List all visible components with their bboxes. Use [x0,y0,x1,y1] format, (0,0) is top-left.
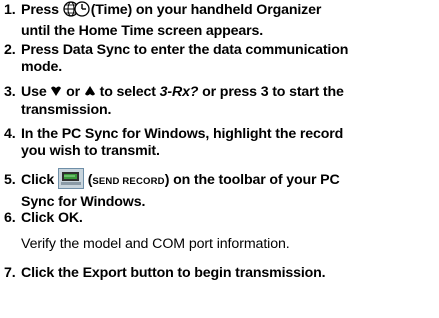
up-arrow-icon [84,85,96,102]
step-text-continued: mode. [21,58,63,75]
step-1: 1. Press (Time) on your handheld Organize… [4,0,434,39]
step-3: 3. Use or to select 3-Rx? or press 3 to s… [4,84,434,118]
step-text: Press Data Sync to enter the data commun… [21,42,349,58]
step-6: 6. Click OK. [4,210,434,227]
step-text-continued: you wish to transmit. [21,142,160,159]
step-text: Click [21,172,58,188]
step-text: Click the Export button to begin transmi… [21,265,326,281]
step-text: to select [95,84,160,100]
step-4: 4. In the PC Sync for Windows, highlight … [4,126,434,159]
step-text: (Time) on your handheld Organizer [90,2,322,18]
step-text: or [62,84,84,100]
step-number: 6. [4,210,16,226]
step-number: 4. [4,126,16,142]
step-number: 3. [4,84,16,100]
step-text: ) on the toolbar of your PC [164,172,340,188]
step-7: 7. Click the Export button to begin trans… [4,265,434,282]
step-2: 2. Press Data Sync to enter the data comm… [4,42,434,75]
world-clock-icon [63,0,91,23]
step-text: Use [21,84,51,100]
step-number: 1. [4,2,16,18]
step-text: Click OK. [21,210,83,226]
step-text-continued: transmission. [21,101,112,118]
step-number: 2. [4,42,16,58]
step-number: 5. [4,172,16,188]
menu-option: 3-Rx? [159,84,199,100]
down-arrow-icon [50,85,62,102]
send-record-icon [57,168,84,194]
step-text: Press [21,2,63,18]
step-5: 5. Click (SEND RECORD) on the toolbar of … [4,168,434,210]
step-text: In the PC Sync for Windows, highlight th… [21,126,344,142]
send-record-label: SEND RECORD [92,176,165,187]
step-text: or press 3 to start the [198,84,344,100]
verify-note: Verify the model and COM port informatio… [21,236,290,252]
step-number: 7. [4,265,16,281]
step-text-continued: until the Home Time screen appears. [21,22,264,39]
step-text-continued: Sync for Windows. [21,193,146,210]
